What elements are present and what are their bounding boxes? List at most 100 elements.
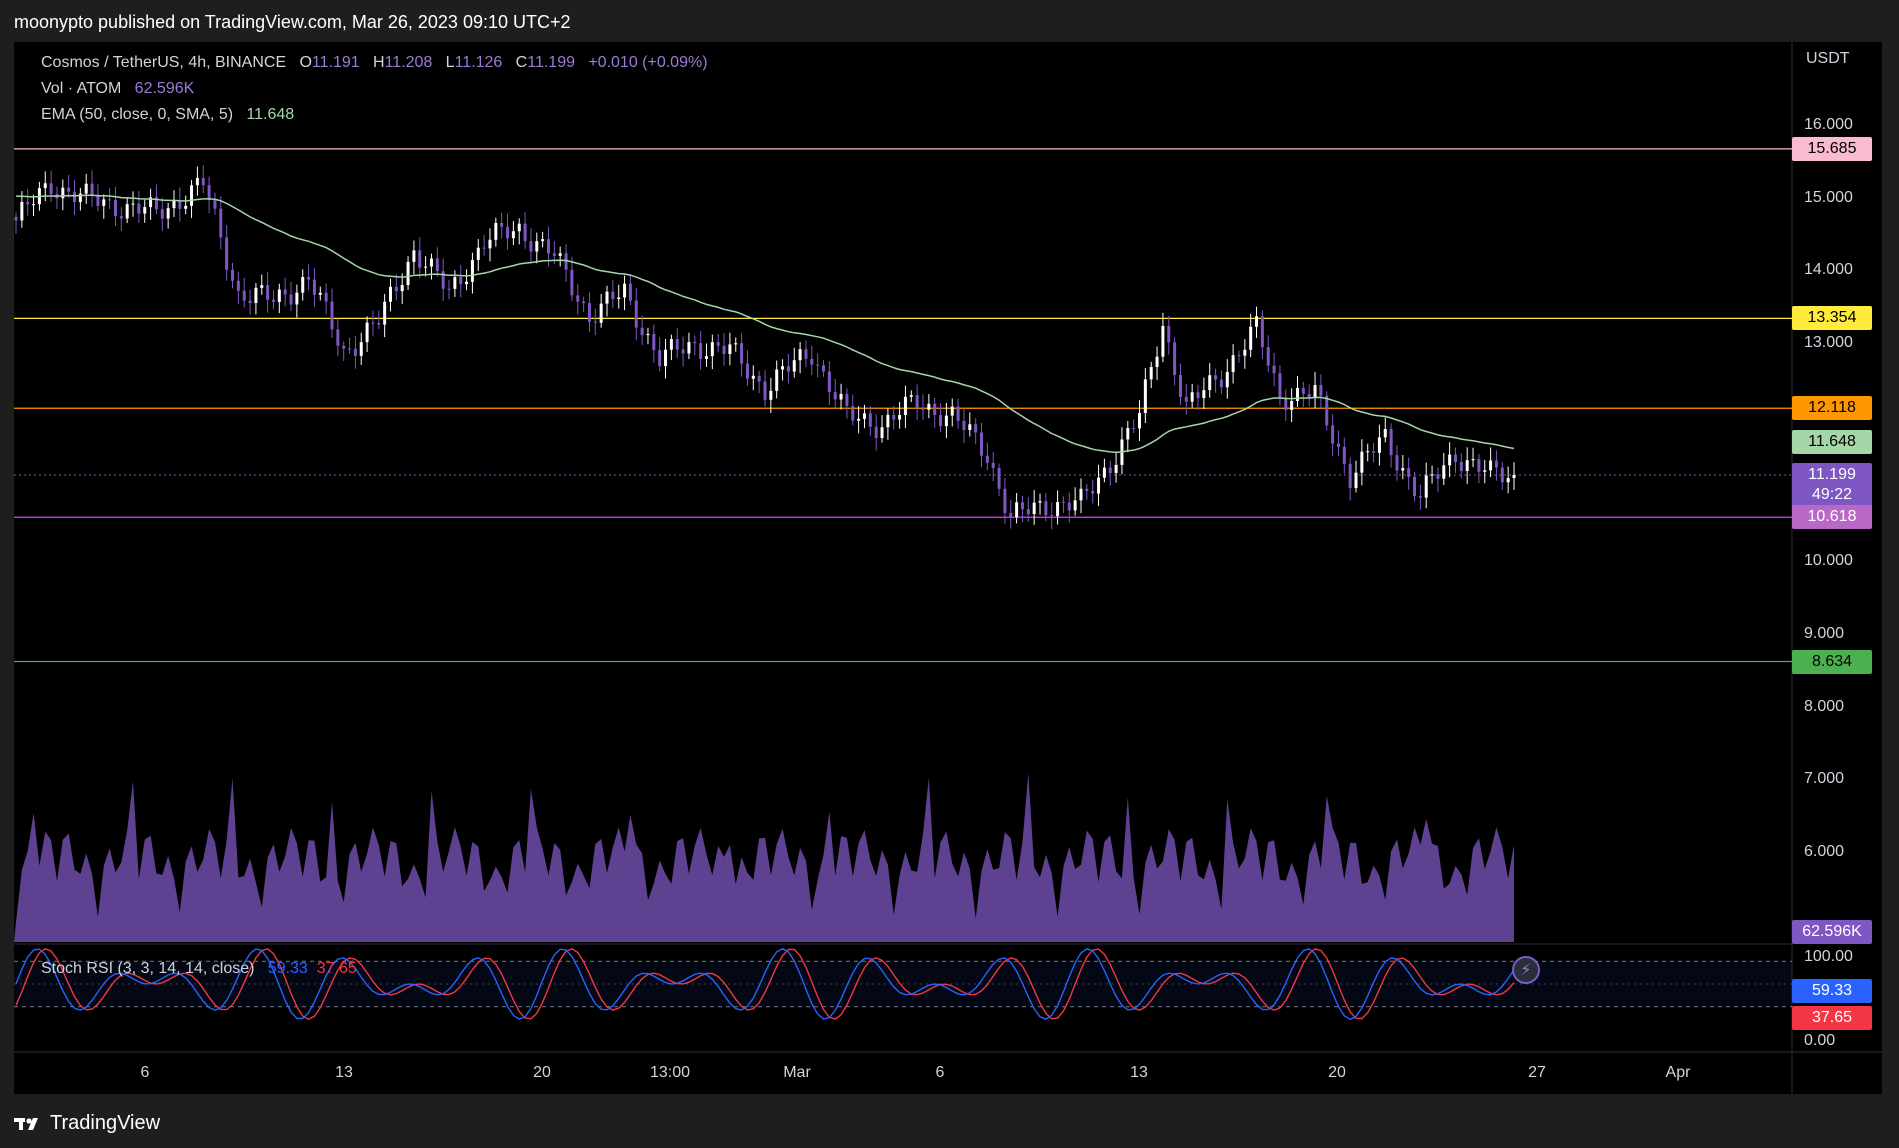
candle-body	[1009, 513, 1013, 517]
candle-body	[178, 200, 182, 209]
candle-body	[301, 276, 305, 293]
candle-body	[353, 348, 357, 356]
time-tick-0: 6	[140, 1064, 150, 1081]
level-tag-8.634: 8.634	[1792, 649, 1872, 674]
candle-body	[991, 462, 995, 469]
candle-body	[1331, 425, 1335, 444]
chart-pane[interactable]: Cosmos / TetherUS, 4h, BINANCE O11.191 H…	[14, 42, 1882, 1094]
candle-body	[1225, 372, 1229, 388]
candle-body	[318, 292, 322, 295]
legend-open: 11.191	[311, 54, 360, 71]
candle-body	[20, 201, 24, 221]
candle-body	[1366, 451, 1370, 453]
candle-body	[1167, 325, 1171, 343]
legend-ema-value: 11.648	[246, 106, 295, 123]
candle-body	[827, 371, 831, 393]
candle-body	[201, 178, 205, 186]
candle-body	[886, 414, 890, 428]
candle-body	[336, 329, 340, 346]
legend-ema-label: EMA (50, close, 0, SMA, 5)	[41, 106, 234, 123]
candle-body	[506, 226, 510, 239]
candle-body	[500, 222, 504, 227]
candle-body	[892, 414, 896, 420]
tradingview-brand[interactable]: TradingView	[14, 1112, 160, 1135]
candle-body	[207, 185, 211, 201]
candle-body	[617, 297, 621, 300]
candle-body	[412, 250, 416, 262]
candle-body	[348, 348, 352, 350]
candle-body	[1325, 395, 1329, 426]
candle-body	[424, 266, 428, 268]
candle-body	[523, 223, 527, 242]
candle-body	[277, 289, 281, 302]
candle-body	[769, 390, 773, 400]
candle-body	[956, 406, 960, 421]
candle-body	[1301, 387, 1305, 394]
candle-body	[1020, 502, 1024, 510]
candle-body	[1430, 474, 1434, 476]
price-tick-6.000: 6.000	[1804, 843, 1845, 860]
candle-body	[400, 285, 404, 292]
candle-body	[535, 241, 539, 252]
legend-h-label: H	[373, 54, 385, 71]
candle-body	[1190, 392, 1194, 402]
legend-low: 11.126	[454, 54, 503, 71]
candle-body	[1056, 502, 1060, 517]
candle-body	[1465, 460, 1469, 471]
candle-body	[383, 301, 387, 325]
flash-icon[interactable]: ⚡	[1512, 956, 1540, 984]
candle-body	[312, 279, 316, 295]
candle-body	[482, 247, 486, 249]
candle-body	[1015, 502, 1019, 517]
candle-body	[394, 286, 398, 292]
candle-body	[1214, 375, 1218, 380]
candle-body	[582, 301, 586, 304]
candle-body	[307, 276, 311, 280]
candle-body	[131, 203, 135, 205]
candle-body	[915, 395, 919, 408]
time-tick-3: 13:00	[649, 1064, 691, 1081]
candle-body	[517, 223, 521, 232]
candle-body	[1348, 463, 1352, 489]
legend-high: 11.208	[384, 54, 433, 71]
candle-body	[330, 301, 334, 330]
candle-body	[740, 343, 744, 364]
price-chart-svg[interactable]	[14, 42, 1882, 1094]
candle-body	[1108, 467, 1112, 474]
candle-body	[781, 366, 785, 370]
candle-body	[857, 418, 861, 421]
candle-body	[61, 187, 65, 199]
candle-body	[389, 286, 392, 302]
candle-body	[371, 322, 375, 324]
candle-body	[909, 395, 913, 397]
legend-stoch-row: Stoch RSI (3, 3, 14, 14, close) 59.33 37…	[41, 960, 357, 978]
candle-body	[757, 375, 761, 382]
candle-body	[868, 413, 872, 427]
candle-body	[1413, 476, 1417, 497]
candle-body	[804, 349, 808, 359]
candle-body	[1184, 396, 1188, 402]
candle-body	[1360, 451, 1364, 473]
candle-body	[418, 250, 422, 268]
candle-body	[939, 414, 943, 427]
candle-body	[160, 209, 164, 219]
candle-body	[1477, 459, 1481, 472]
tradingview-logo-icon	[14, 1117, 38, 1130]
candle-body	[722, 345, 726, 355]
candle-body	[1336, 443, 1340, 447]
candle-body	[225, 237, 229, 270]
footer-bar: TradingView	[0, 1094, 1899, 1148]
candle-body	[1003, 488, 1007, 514]
time-tick-7: 20	[1328, 1064, 1346, 1081]
candle-body	[775, 369, 779, 391]
candle-body	[1453, 454, 1457, 462]
candle-body	[640, 327, 644, 336]
candle-body	[1500, 467, 1504, 483]
candle-body	[880, 427, 884, 439]
candle-body	[1401, 468, 1405, 471]
candle-body	[751, 375, 755, 379]
candle-body	[1073, 500, 1077, 511]
published-line: moonypto published on TradingView.com, M…	[14, 12, 571, 32]
candle-body	[184, 205, 188, 209]
legend-o-label: O	[299, 54, 312, 71]
